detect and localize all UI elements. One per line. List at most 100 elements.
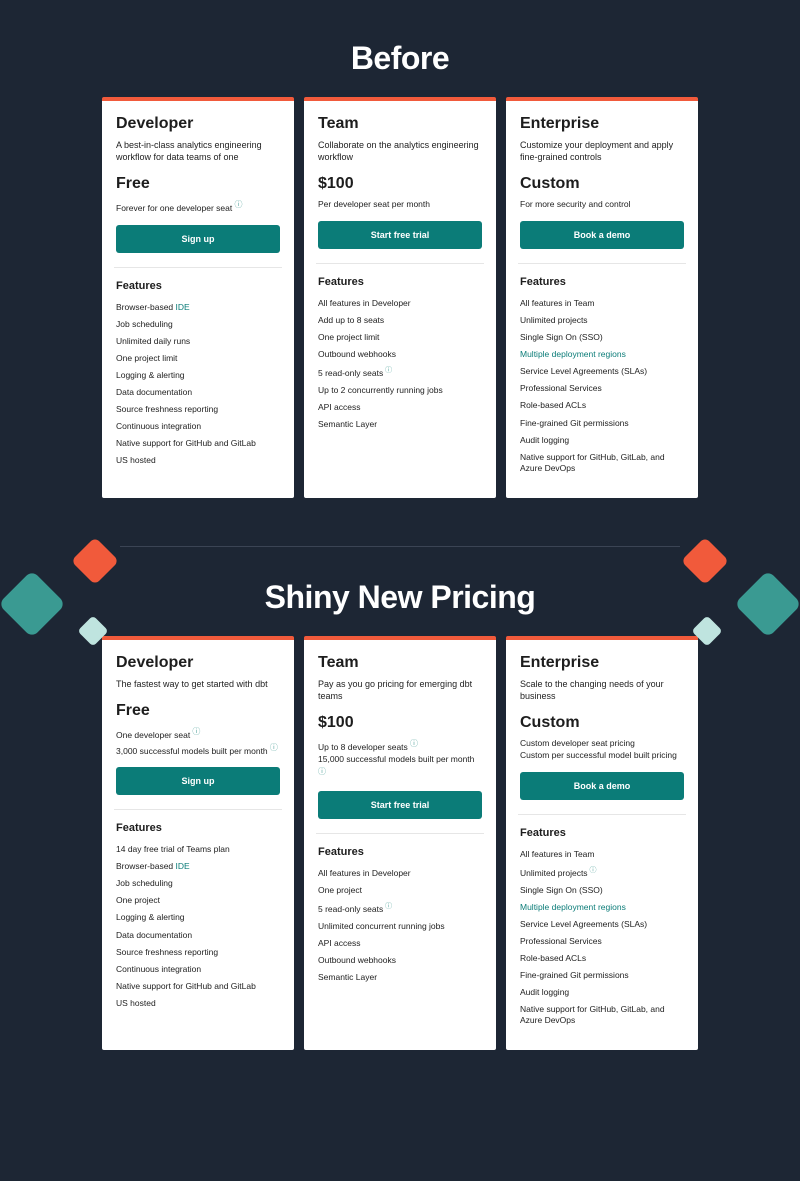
plan-price: Custom xyxy=(520,175,684,193)
plan-name: Developer xyxy=(116,654,280,672)
feature-item: All features in Team xyxy=(520,298,684,309)
plan-caption: For more security and control xyxy=(520,199,684,211)
plan-tagline: Scale to the changing needs of your busi… xyxy=(520,678,684,702)
info-icon[interactable]: ⓘ xyxy=(408,739,418,748)
feature-item: Single Sign On (SSO) xyxy=(520,885,684,896)
feature-item: Service Level Agreements (SLAs) xyxy=(520,366,684,377)
feature-item: Job scheduling xyxy=(116,878,280,889)
plan-name: Team xyxy=(318,115,482,133)
plan-tagline: Collaborate on the analytics engineering… xyxy=(318,139,482,163)
plan-cta-button[interactable]: Sign up xyxy=(116,225,280,253)
feature-item: Professional Services xyxy=(520,383,684,394)
info-icon[interactable]: ⓘ xyxy=(318,767,326,776)
feature-item: Role-based ACLs xyxy=(520,953,684,964)
info-icon[interactable]: ⓘ xyxy=(588,867,597,874)
feature-item: Native support for GitHub, GitLab, and A… xyxy=(520,1004,684,1026)
feature-item: Continuous integration xyxy=(116,964,280,975)
features-list: All features in DeveloperOne project5 re… xyxy=(318,868,482,983)
card-divider xyxy=(518,814,686,815)
feature-item: Service Level Agreements (SLAs) xyxy=(520,919,684,930)
plan-caption: One developer seat ⓘ3,000 successful mod… xyxy=(116,726,280,757)
pricing-card: Enterprise Scale to the changing needs of… xyxy=(506,636,698,1050)
feature-item: Job scheduling xyxy=(116,319,280,330)
plan-name: Developer xyxy=(116,115,280,133)
feature-item: Role-based ACLs xyxy=(520,400,684,411)
plan-tagline: The fastest way to get started with dbt xyxy=(116,678,280,690)
plan-caption: Up to 8 developer seats ⓘ15,000 successf… xyxy=(318,738,482,781)
plan-name: Enterprise xyxy=(520,115,684,133)
features-heading: Features xyxy=(318,276,482,288)
plan-cta-button[interactable]: Sign up xyxy=(116,767,280,795)
features-list: All features in Team Unlimited projects ⓘ… xyxy=(520,849,684,1026)
pricing-card: TeamPay as you go pricing for emerging d… xyxy=(304,636,496,1050)
feature-item: Audit logging xyxy=(520,987,684,998)
feature-item: Multiple deployment regions xyxy=(520,902,684,913)
heading-after: Shiny New Pricing xyxy=(0,547,800,636)
plan-caption: Per developer seat per month xyxy=(318,199,482,211)
feature-item: Up to 2 concurrently running jobs xyxy=(318,385,482,396)
feature-item: Native support for GitHub and GitLab xyxy=(116,438,280,449)
feature-item: One project xyxy=(116,895,280,906)
feature-link[interactable]: IDE xyxy=(176,861,190,871)
feature-item: US hosted xyxy=(116,998,280,1009)
feature-item: Unlimited projects xyxy=(520,315,684,326)
feature-link[interactable]: IDE xyxy=(176,302,190,312)
feature-item: API access xyxy=(318,938,482,949)
info-icon[interactable]: ⓘ xyxy=(232,200,242,209)
card-divider xyxy=(518,263,686,264)
feature-item: One project limit xyxy=(318,332,482,343)
feature-item: One project limit xyxy=(116,353,280,364)
feature-item: Audit logging xyxy=(520,435,684,446)
features-list: Browser-based IDE Job scheduling Unlimited… xyxy=(116,302,280,466)
plan-name: Enterprise xyxy=(520,654,684,672)
plan-cta-button[interactable]: Book a demo xyxy=(520,772,684,800)
info-icon[interactable]: ⓘ xyxy=(268,743,278,752)
features-heading: Features xyxy=(116,822,280,834)
after-pricing-cards: Developer The fastest way to get started … xyxy=(0,636,800,1050)
feature-item: 5 read-only seats ⓘ xyxy=(318,366,482,379)
feature-item: Multiple deployment regions xyxy=(520,349,684,360)
plan-cta-button[interactable]: Start free trial xyxy=(318,221,482,249)
card-divider xyxy=(316,263,484,264)
plan-tagline: Customize your deployment and apply fine… xyxy=(520,139,684,163)
info-icon[interactable]: ⓘ xyxy=(383,367,392,374)
feature-item: 5 read-only seats ⓘ xyxy=(318,902,482,915)
feature-item: Outbound webhooks xyxy=(318,955,482,966)
plan-caption: Forever for one developer seat ⓘ xyxy=(116,199,280,215)
feature-item: Browser-based IDE xyxy=(116,302,280,313)
feature-item: All features in Team xyxy=(520,849,684,860)
feature-item: Add up to 8 seats xyxy=(318,315,482,326)
plan-name: Team xyxy=(318,654,482,672)
feature-item: Unlimited daily runs xyxy=(116,336,280,347)
plan-price: Custom xyxy=(520,714,684,732)
feature-item: Fine-grained Git permissions xyxy=(520,970,684,981)
info-icon[interactable]: ⓘ xyxy=(190,727,200,736)
features-heading: Features xyxy=(520,276,684,288)
features-list: All features in Developer Add up to 8 sea… xyxy=(318,298,482,430)
plan-cta-button[interactable]: Start free trial xyxy=(318,791,482,819)
feature-item: API access xyxy=(318,402,482,413)
feature-item: All features in Developer xyxy=(318,868,482,879)
feature-item: All features in Developer xyxy=(318,298,482,309)
card-divider xyxy=(316,833,484,834)
feature-item: Data documentation xyxy=(116,930,280,941)
before-pricing-cards: Developer A best-in-class analytics engin… xyxy=(0,97,800,498)
card-divider xyxy=(114,267,282,268)
plan-tagline: A best-in-class analytics engineering wo… xyxy=(116,139,280,163)
card-divider xyxy=(114,809,282,810)
plan-price: Free xyxy=(116,175,280,193)
feature-item: Logging & alerting xyxy=(116,370,280,381)
features-heading: Features xyxy=(520,827,684,839)
feature-item: 14 day free trial of Teams plan xyxy=(116,844,280,855)
feature-item: Professional Services xyxy=(520,936,684,947)
feature-item: Unlimited projects ⓘ xyxy=(520,866,684,879)
plan-caption: Custom developer seat pricingCustom per … xyxy=(520,738,684,762)
pricing-card: Developer The fastest way to get started … xyxy=(102,636,294,1050)
plan-cta-button[interactable]: Book a demo xyxy=(520,221,684,249)
feature-item: Fine-grained Git permissions xyxy=(520,418,684,429)
plan-price: $100 xyxy=(318,175,482,193)
pricing-card: Team Collaborate on the analytics enginee… xyxy=(304,97,496,498)
info-icon[interactable]: ⓘ xyxy=(383,903,392,910)
feature-item: Native support for GitHub and GitLab xyxy=(116,981,280,992)
feature-item: Continuous integration xyxy=(116,421,280,432)
